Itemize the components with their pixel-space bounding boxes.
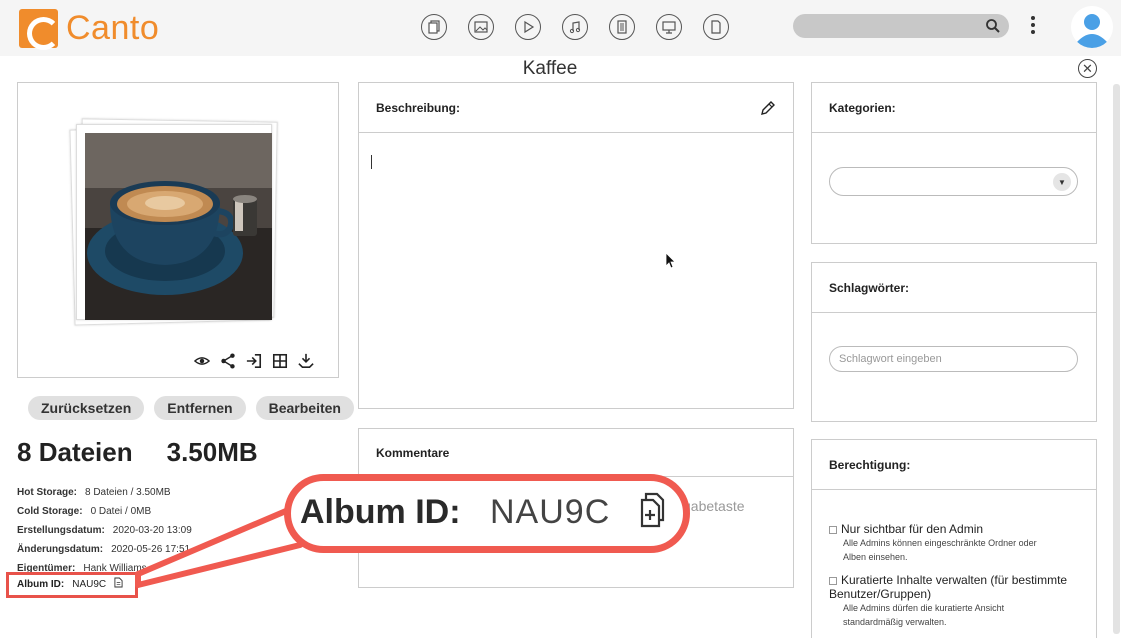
curated-content-label: Kuratierte Inhalte verwalten (für bestim… xyxy=(841,573,1068,587)
mouse-cursor-icon xyxy=(665,252,676,269)
description-title: Beschreibung: xyxy=(376,100,461,115)
all-files-icon[interactable] xyxy=(421,14,447,40)
copy-icon[interactable] xyxy=(640,492,668,528)
callout-value: NAU9C xyxy=(490,493,611,531)
description-textarea[interactable] xyxy=(371,155,372,169)
comment-input-hint[interactable]: gabetaste xyxy=(683,498,745,514)
permissions-header: Berechtigung: xyxy=(812,440,1096,490)
image-icon[interactable] xyxy=(468,14,494,40)
move-icon[interactable] xyxy=(245,352,263,370)
album-info-list: Hot Storage: 8 Dateien / 3.50MB Cold Stor… xyxy=(17,483,192,578)
search-icon[interactable] xyxy=(985,18,1001,34)
curated-content-label-2: Benutzer/Gruppen) xyxy=(829,587,932,601)
admin-only-description: Alben einsehen. xyxy=(843,552,908,562)
share-icon[interactable] xyxy=(219,352,237,370)
edit-button[interactable]: Bearbeiten xyxy=(255,396,354,420)
canto-logo-mark xyxy=(19,9,60,50)
brand-name: Canto xyxy=(66,9,160,47)
info-row: Änderungsdatum: 2020-05-26 17:51 xyxy=(17,544,191,555)
reset-button[interactable]: Zurücksetzen xyxy=(28,396,145,420)
album-thumbnail[interactable] xyxy=(85,133,272,320)
description-header: Beschreibung: xyxy=(359,83,793,133)
keywords-header: Schlagwörter: xyxy=(812,263,1096,313)
avatar[interactable] xyxy=(1071,6,1113,48)
grid-icon[interactable] xyxy=(271,352,289,370)
search-input[interactable] xyxy=(793,14,1009,38)
page-title: Kaffee xyxy=(522,58,578,79)
preview-actions xyxy=(193,352,315,370)
admin-only-description: Alle Admins können eingeschränkte Ordner… xyxy=(843,538,1037,548)
admin-only-label: Nur sichtbar für den Admin xyxy=(841,522,984,536)
info-row: Erstellungsdatum: 2020-03-20 13:09 xyxy=(17,525,192,536)
category-select[interactable]: ▼ xyxy=(829,167,1078,196)
categories-header: Kategorien: xyxy=(812,83,1096,133)
comments-title: Kommentare xyxy=(376,445,450,460)
app-root: Canto Kaffee ✕ Zurücksetzen Entfernen Be… xyxy=(0,0,1121,638)
comments-header: Kommentare xyxy=(359,429,793,477)
top-bar: Canto xyxy=(0,0,1121,56)
curated-content-description: standardmäßig verwalten. xyxy=(843,617,947,627)
remove-button[interactable]: Entfernen xyxy=(154,396,246,420)
description-card: Beschreibung: xyxy=(358,82,794,409)
callout-label: Album ID: xyxy=(300,493,461,531)
info-row: Cold Storage: 0 Datei / 0MB xyxy=(17,506,152,517)
close-icon[interactable]: ✕ xyxy=(1078,59,1097,78)
copy-icon[interactable] xyxy=(114,577,123,591)
audio-icon[interactable] xyxy=(562,14,588,40)
file-count: 8 Dateien xyxy=(17,437,133,467)
pencil-icon[interactable] xyxy=(760,100,776,116)
canto-logo[interactable]: Canto xyxy=(19,9,160,50)
curated-content-description: Alle Admins dürfen die kuratierte Ansich… xyxy=(843,603,1005,613)
total-size: 3.50MB xyxy=(166,437,258,467)
curated-content-option: Kuratierte Inhalte verwalten (für bestim… xyxy=(829,573,1067,629)
scrollbar[interactable] xyxy=(1113,84,1120,634)
keyword-input[interactable]: Schlagwort eingeben xyxy=(829,346,1078,372)
info-row: Hot Storage: 8 Dateien / 3.50MB xyxy=(17,487,171,498)
admin-only-option: Nur sichtbar für den Admin Alle Admins k… xyxy=(829,522,1037,564)
categories-card: Kategorien: xyxy=(811,82,1097,244)
album-id-row: Album ID: NAU9C xyxy=(17,577,123,591)
curated-content-checkbox[interactable] xyxy=(829,576,837,585)
keywords-card: Schlagwörter: xyxy=(811,262,1097,422)
presentation-icon[interactable] xyxy=(656,14,682,40)
other-file-icon[interactable] xyxy=(703,14,729,40)
album-stats: 8 Dateien 3.50MB xyxy=(17,437,258,468)
document-icon[interactable] xyxy=(609,14,635,40)
eye-icon[interactable] xyxy=(193,352,211,370)
permissions-title: Berechtigung: xyxy=(829,457,911,472)
download-icon[interactable] xyxy=(297,352,315,370)
admin-only-checkbox[interactable] xyxy=(829,525,837,534)
album-id-label: Album ID: xyxy=(17,578,65,590)
video-icon[interactable] xyxy=(515,14,541,40)
more-menu-icon[interactable] xyxy=(1030,16,1036,34)
categories-title: Kategorien: xyxy=(829,100,896,115)
album-actions: Zurücksetzen Entfernen Bearbeiten xyxy=(28,396,354,420)
file-type-filter xyxy=(421,14,729,40)
chevron-down-icon[interactable]: ▼ xyxy=(1053,173,1071,191)
keywords-title: Schlagwörter: xyxy=(829,280,910,295)
album-id-value: NAU9C xyxy=(72,578,107,590)
